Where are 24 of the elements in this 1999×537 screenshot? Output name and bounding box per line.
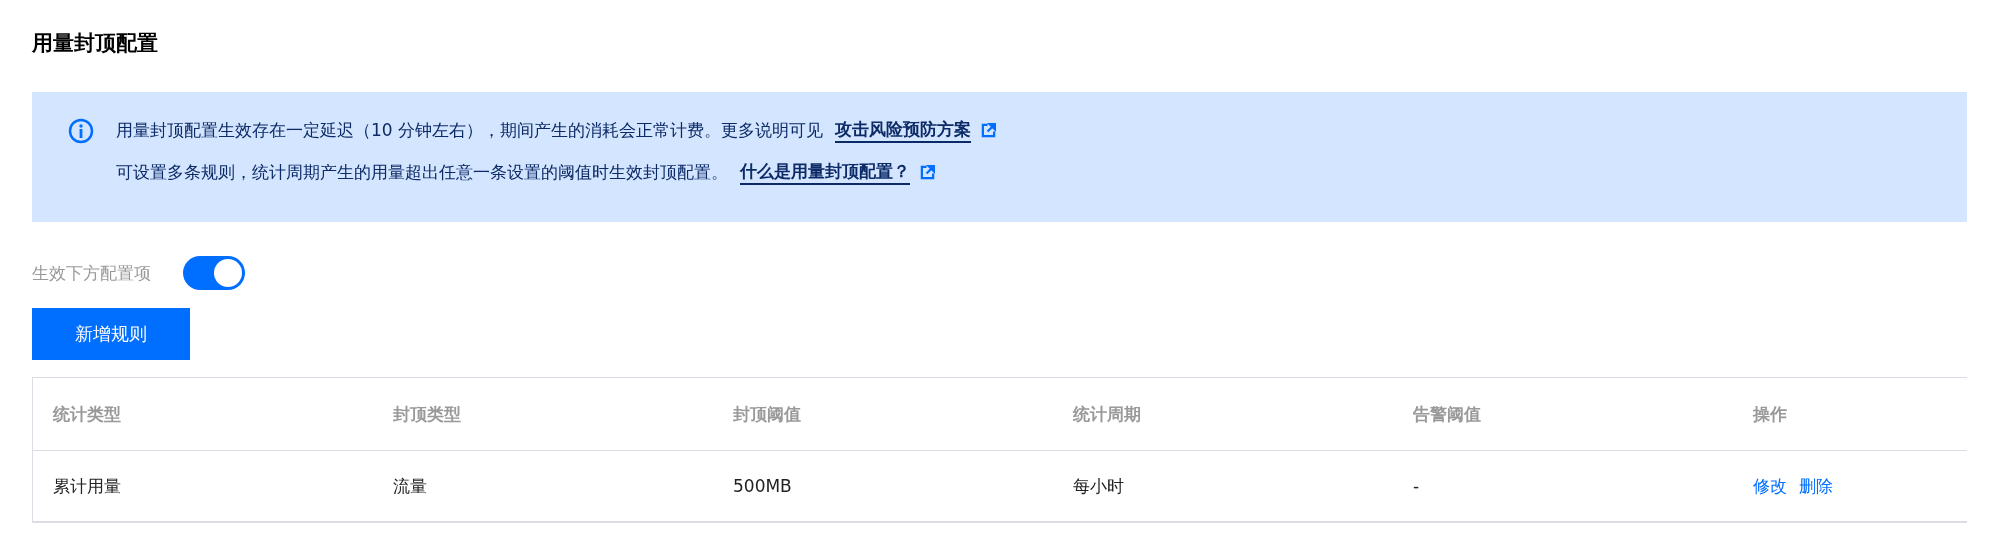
action-link[interactable]: 修改 [1753, 474, 1787, 498]
notice-text: 用量封顶配置生效存在一定延迟（10 分钟左右），期间产生的消耗会正常计费。更多说明可见 [116, 119, 824, 142]
help-link[interactable]: 什么是用量封顶配置？ [740, 159, 910, 185]
table-cell-text: 500MB [732, 476, 793, 496]
external-link-icon[interactable] [920, 164, 935, 180]
help-link[interactable]: 攻击风险预防方案 [835, 117, 972, 143]
add-rule-button[interactable]: 新增规则 [32, 308, 190, 360]
column-header: 统计周期 [1072, 402, 1142, 426]
action-link[interactable]: 删除 [1799, 474, 1833, 498]
column-header: 统计类型 [52, 402, 122, 426]
notice-text: 可设置多条规则，统计周期产生的用量超出任意一条设置的阈值时生效封顶配置。 [116, 161, 728, 184]
page-title: 用量封顶配置 [32, 30, 159, 57]
toggle-label: 生效下方配置项 [32, 261, 151, 285]
external-link-icon[interactable] [981, 122, 997, 138]
table-cell-text: 累计用量 [52, 474, 122, 498]
toggle-switch[interactable] [183, 256, 245, 290]
column-header: 操作 [1751, 402, 1788, 426]
column-header: 封顶类型 [392, 402, 462, 426]
info-icon [68, 118, 94, 144]
column-header: 告警阈值 [1412, 402, 1482, 426]
table-cell-text: 每小时 [1072, 474, 1125, 498]
table-cell-text: - [1412, 476, 1421, 496]
table-cell-text: 流量 [392, 474, 428, 498]
column-header: 封顶阈值 [732, 402, 802, 426]
